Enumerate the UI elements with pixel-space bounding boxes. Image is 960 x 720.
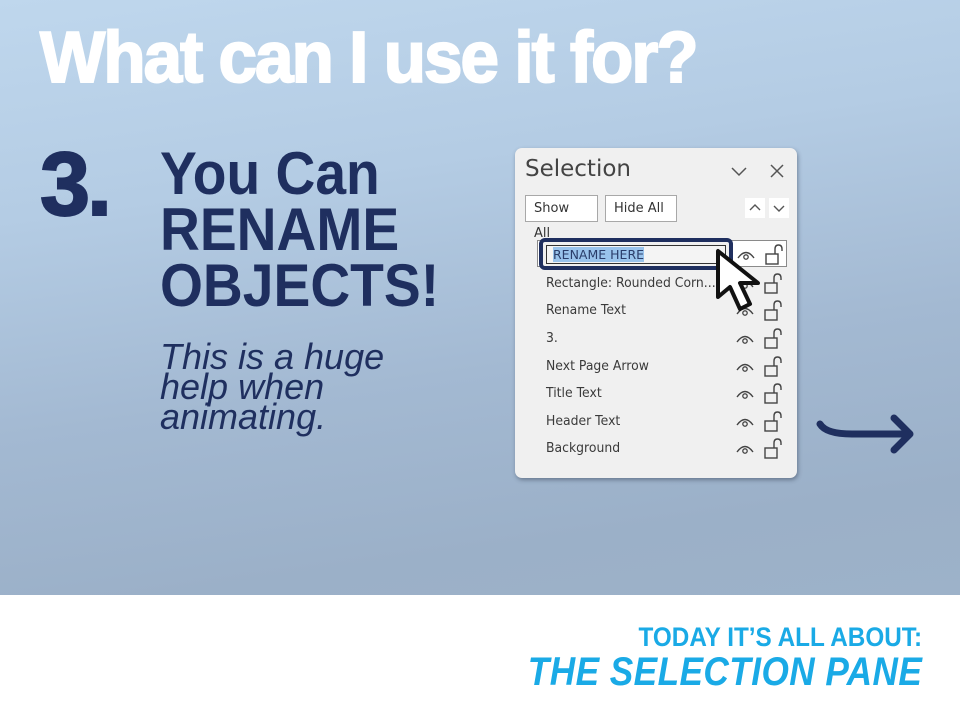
close-icon[interactable]: [766, 160, 788, 182]
next-page-arrow-icon[interactable]: [812, 410, 922, 465]
item-label: Background: [546, 440, 621, 456]
selection-item[interactable]: Title Text: [537, 380, 787, 407]
unlock-icon[interactable]: [763, 383, 783, 405]
footer-kicker: TODAY IT’S ALL ABOUT:: [638, 622, 922, 652]
footer-topic: THE SELECTION PANE: [527, 650, 922, 694]
mouse-pointer-icon: [716, 249, 760, 311]
item-label: Rename Text: [546, 302, 627, 318]
unlock-icon[interactable]: [763, 356, 783, 378]
heading-line: You Can: [160, 140, 380, 207]
item-label: Header Text: [546, 413, 621, 429]
item-label: 3.: [546, 330, 558, 346]
slide-title: What can I use it for?: [39, 18, 700, 98]
item-label: Next Page Arrow: [546, 358, 649, 374]
unlock-icon[interactable]: [763, 438, 783, 460]
eye-icon[interactable]: [735, 386, 755, 402]
eye-icon[interactable]: [735, 331, 755, 347]
description-line: animating.: [160, 396, 327, 437]
eye-icon[interactable]: [735, 441, 755, 457]
chevron-down-icon[interactable]: [728, 160, 750, 182]
step-number: 3.: [39, 135, 113, 235]
selection-item[interactable]: Next Page Arrow: [537, 353, 787, 380]
selection-item[interactable]: 3.: [537, 325, 787, 352]
send-backward-button[interactable]: [769, 198, 789, 218]
rename-highlight: RENAME HERE: [539, 238, 733, 270]
selection-item[interactable]: Header Text: [537, 408, 787, 435]
heading-line: OBJECTS!: [160, 252, 440, 319]
rename-input-value: RENAME HERE: [553, 247, 645, 262]
chevron-up-icon: [749, 204, 761, 211]
unlock-icon[interactable]: [763, 328, 783, 350]
unlock-icon[interactable]: [763, 411, 783, 433]
selection-item[interactable]: Background: [537, 435, 787, 462]
bring-forward-button[interactable]: [745, 198, 765, 218]
item-label: Rectangle: Rounded Corn...: [546, 275, 716, 291]
pane-title: Selection: [525, 156, 631, 182]
hide-all-button[interactable]: Hide All: [605, 195, 677, 222]
chevron-down-icon: [773, 205, 785, 212]
item-label: Title Text: [546, 385, 602, 401]
step-heading: You Can RENAME OBJECTS!: [160, 140, 440, 319]
step-description: This is a huge help when animating.: [160, 339, 384, 437]
heading-line: RENAME: [160, 196, 400, 263]
eye-icon[interactable]: [735, 359, 755, 375]
eye-icon[interactable]: [735, 414, 755, 430]
show-all-button[interactable]: Show All: [525, 195, 598, 241]
rename-input[interactable]: RENAME HERE: [546, 245, 726, 264]
